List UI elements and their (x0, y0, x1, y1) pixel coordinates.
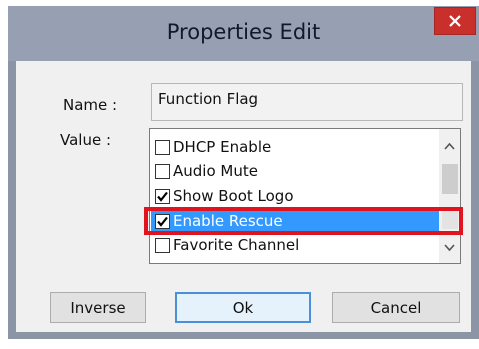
checklist-item-label: Audio Mute (173, 162, 258, 180)
scroll-thumb[interactable] (442, 164, 458, 194)
checklist-item-label: DHCP Enable (173, 138, 272, 156)
checklist-item[interactable]: Audio Mute (151, 159, 439, 183)
checkbox[interactable] (155, 139, 170, 155)
checkbox[interactable] (155, 188, 170, 204)
dialog-title: Properties Edit (166, 20, 321, 44)
value-label: Value : (60, 131, 112, 149)
checklist-item-label: Favorite Channel (173, 236, 300, 254)
checklist-item-label: Enable Rescue (173, 212, 283, 230)
checkbox[interactable] (155, 213, 170, 229)
chevron-up-icon (444, 135, 455, 154)
screen: Properties Edit Name : Function Flag Val… (0, 0, 479, 349)
checklist-item-label: Show Boot Logo (173, 187, 294, 205)
close-button[interactable] (434, 7, 476, 35)
scroll-track-highlight (442, 209, 458, 229)
vertical-scrollbar[interactable] (439, 129, 460, 263)
inverse-button[interactable]: Inverse (50, 292, 146, 323)
checklist-item[interactable]: Favorite Channel (151, 233, 439, 257)
ok-button[interactable]: Ok (175, 292, 311, 323)
dialog-body: Name : Function Flag Value : DHCP Enable… (16, 61, 471, 332)
scroll-down-button[interactable] (439, 237, 460, 255)
close-icon (448, 14, 462, 28)
properties-edit-dialog: Properties Edit Name : Function Flag Val… (8, 6, 479, 339)
value-checklist[interactable]: DHCP Enable Audio Mute Show Boot Logo Enabl… (149, 128, 461, 264)
checklist-item[interactable]: Show Boot Logo (151, 184, 439, 208)
checklist-item[interactable]: Enable Rescue (151, 209, 439, 233)
name-field[interactable]: Function Flag (151, 83, 463, 121)
title-bar[interactable]: Properties Edit (8, 6, 479, 61)
cancel-button[interactable]: Cancel (332, 292, 460, 323)
checkbox[interactable] (155, 237, 170, 253)
checklist-item[interactable]: DHCP Enable (151, 135, 439, 159)
name-label: Name : (63, 96, 118, 114)
chevron-down-icon (444, 237, 455, 256)
checkbox[interactable] (155, 163, 170, 179)
scroll-up-button[interactable] (439, 135, 460, 153)
